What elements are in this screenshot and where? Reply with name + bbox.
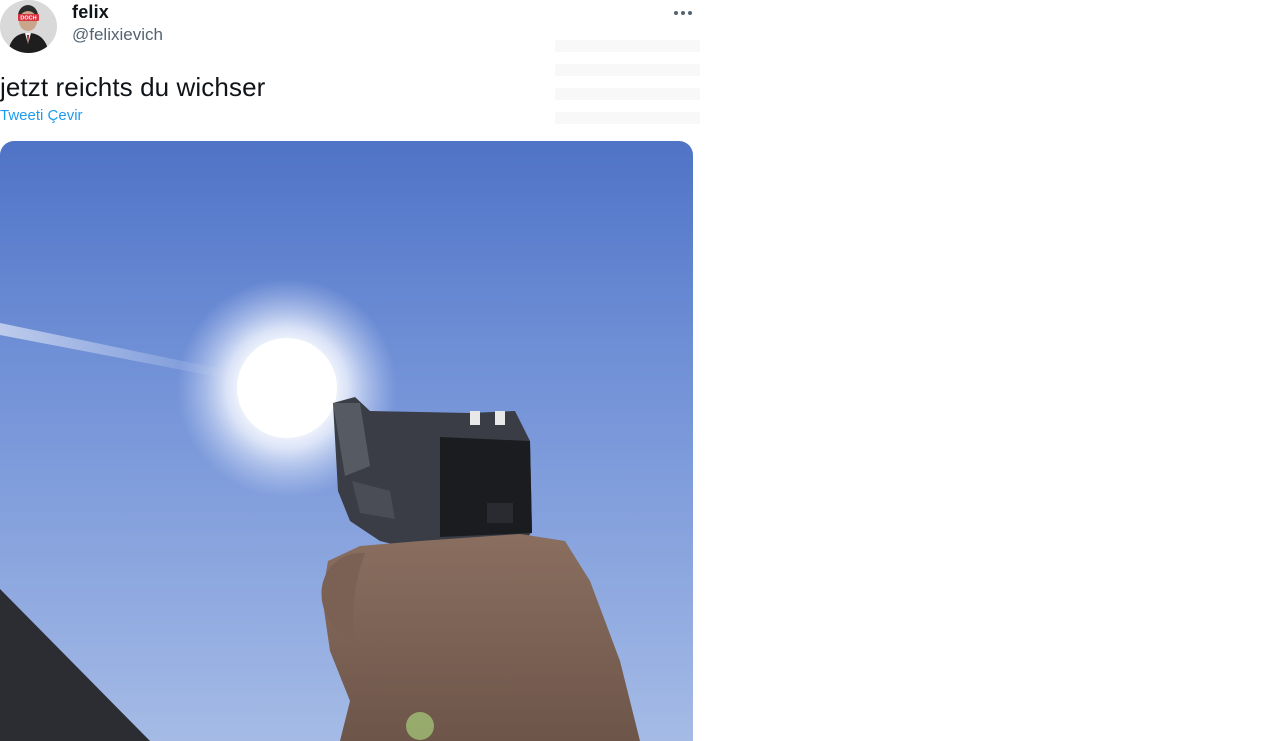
user-handle[interactable]: @felixievich [72, 24, 163, 46]
more-options-button[interactable] [668, 0, 698, 26]
avatar[interactable]: DOCH [0, 0, 57, 53]
faded-background-artifact [555, 40, 700, 135]
tweet-text: jetzt reichts du wichser [0, 72, 266, 102]
avatar-badge-text: DOCH [20, 16, 36, 22]
avatar-image: DOCH [0, 0, 57, 53]
more-dot-icon [688, 11, 692, 15]
sky-sun-pistol-photo-icon [0, 141, 693, 741]
more-dot-icon [674, 11, 678, 15]
display-name[interactable]: felix [72, 1, 109, 23]
tweet-media-image[interactable] [0, 141, 693, 741]
translate-tweet-link[interactable]: Tweeti Çevir [0, 106, 83, 126]
tweet-card: DOCH felix @felixievich jetzt reichts du… [0, 0, 700, 741]
more-dot-icon [681, 11, 685, 15]
